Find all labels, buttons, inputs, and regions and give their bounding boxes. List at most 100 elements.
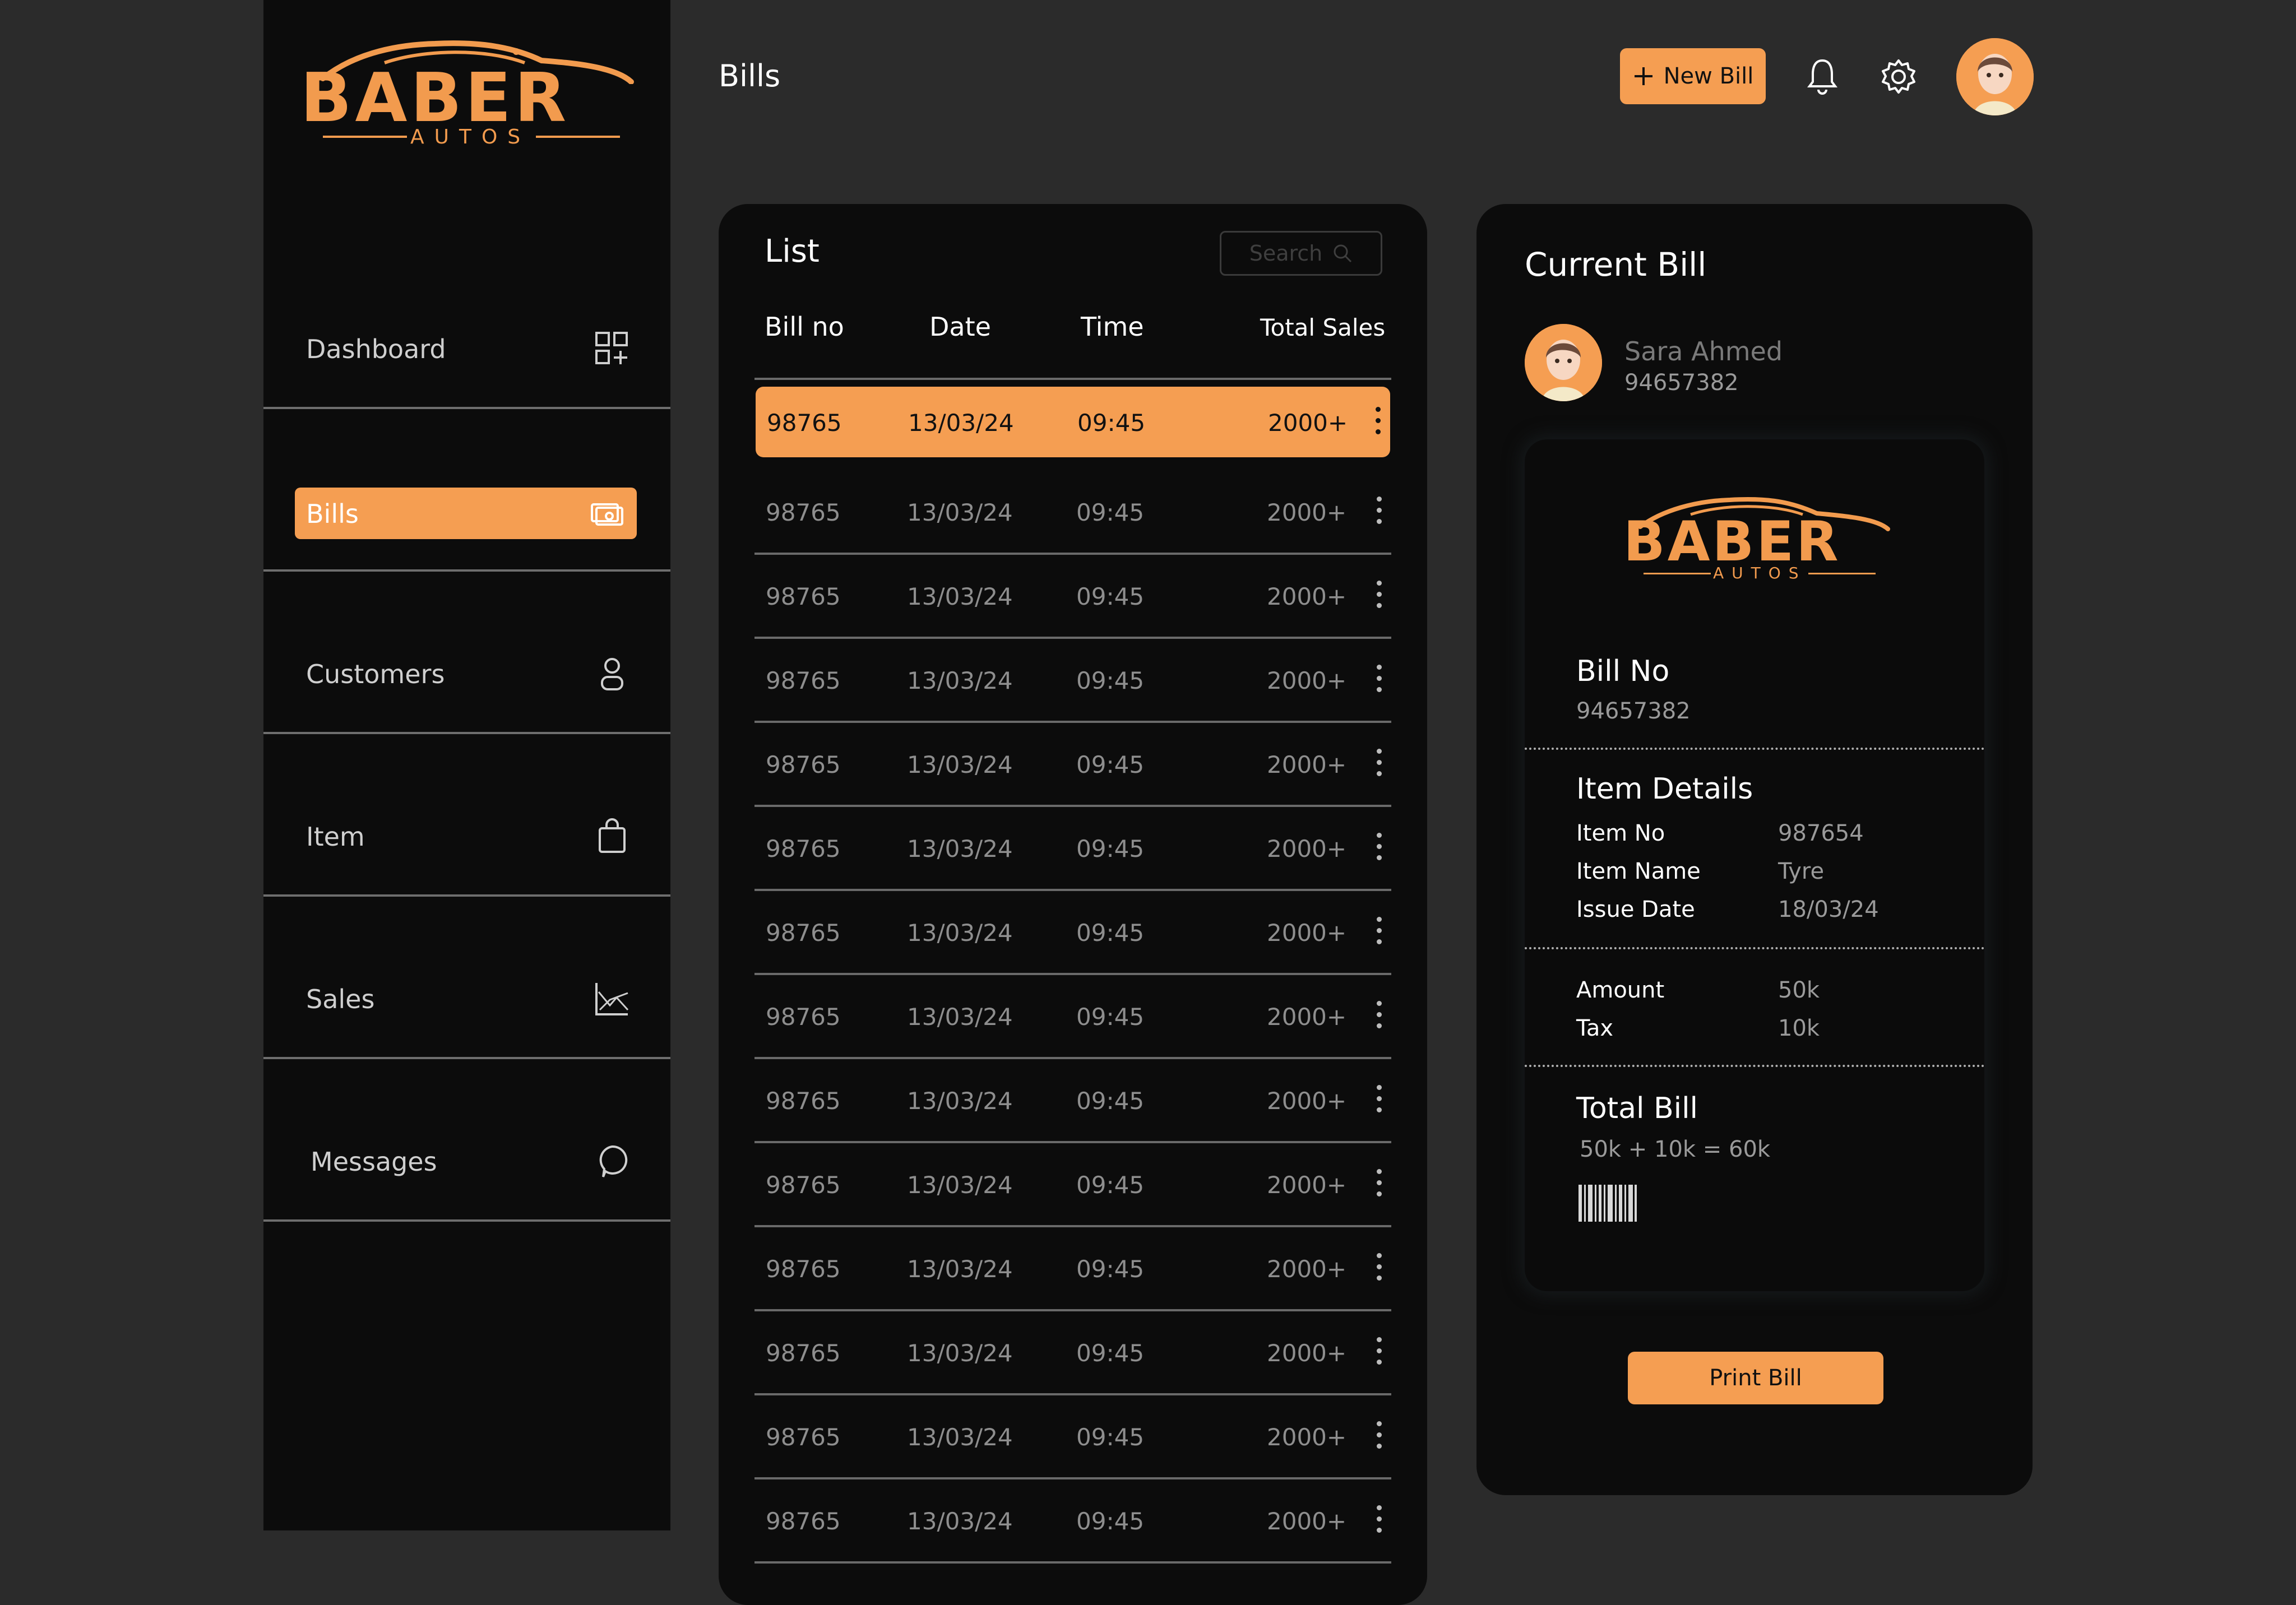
cell-bill-no: 98765 (766, 1507, 841, 1535)
chart-icon (595, 983, 629, 1015)
cell-bill-no: 98765 (766, 1339, 841, 1367)
page-title: Bills (719, 58, 781, 94)
sidebar-item-customers[interactable]: Customers (263, 572, 670, 734)
table-row[interactable]: 98765 13/03/24 09:45 2000+ (754, 807, 1391, 891)
cell-total-sales: 2000+ (1267, 1171, 1347, 1199)
sidebar-item-bills-row: Bills (263, 409, 670, 572)
chat-icon (599, 1145, 628, 1177)
column-header-bill-no[interactable]: Bill no (765, 312, 844, 342)
more-options-icon[interactable] (1373, 497, 1385, 530)
cell-total-sales: 2000+ (1267, 667, 1347, 694)
cell-date: 13/03/24 (907, 1255, 1013, 1283)
shopping-bag-icon (599, 818, 626, 853)
bill-no-value: 94657382 (1576, 698, 1691, 724)
table-row[interactable]: 98765 13/03/24 09:45 2000+ (754, 1227, 1391, 1311)
more-options-icon[interactable] (1373, 1253, 1385, 1287)
search-icon (1334, 244, 1352, 263)
sidebar-item-bills[interactable]: Bills (295, 488, 637, 539)
cell-time: 09:45 (1076, 1087, 1145, 1115)
more-options-icon[interactable] (1373, 749, 1385, 782)
sidebar-item-dashboard[interactable]: Dashboard (263, 247, 670, 409)
receipt-brand-sub: AUTOS (1713, 564, 1807, 582)
bill-no-label: Bill No (1576, 655, 1670, 688)
cell-time: 09:45 (1076, 667, 1145, 694)
cell-total-sales: 2000+ (1267, 583, 1347, 610)
cell-time: 09:45 (1076, 499, 1145, 526)
more-options-icon[interactable] (1373, 1085, 1385, 1119)
table-row[interactable]: 98765 13/03/24 09:45 2000+ (754, 891, 1391, 975)
table-row[interactable]: 98765 13/03/24 09:45 2000+ (754, 1311, 1391, 1395)
cell-date: 13/03/24 (907, 919, 1013, 947)
more-options-icon[interactable] (1373, 917, 1385, 950)
customer-phone: 94657382 (1624, 370, 1739, 396)
table-row[interactable]: 98765 13/03/24 09:45 2000+ (754, 723, 1391, 807)
sidebar-item-label: Dashboard (306, 334, 446, 364)
more-options-icon[interactable] (1373, 1505, 1385, 1539)
gear-icon[interactable] (1879, 57, 1918, 96)
table-row[interactable]: 98765 13/03/24 09:45 2000+ (754, 471, 1391, 555)
brand-name: BABER (300, 59, 570, 137)
bills-list-panel: List Search Bill no Date Time Total Sale… (719, 204, 1427, 1605)
new-bill-button[interactable]: New Bill (1620, 48, 1766, 104)
table-row[interactable]: 98765 13/03/24 09:45 2000+ (754, 1059, 1391, 1143)
more-options-icon[interactable] (1373, 1337, 1385, 1371)
cell-bill-no: 98765 (766, 1087, 841, 1115)
customer-name: Sara Ahmed (1624, 336, 1783, 367)
cell-bill-no: 98765 (766, 751, 841, 778)
sidebar-item-messages[interactable]: Messages (263, 1059, 670, 1222)
table-row[interactable]: 98765 13/03/24 09:45 2000+ (756, 387, 1390, 457)
issue-date-label: Issue Date (1576, 897, 1695, 922)
item-name-label: Item Name (1576, 859, 1701, 884)
table-row[interactable]: 98765 13/03/24 09:45 2000+ (754, 1479, 1391, 1564)
cell-date: 13/03/24 (907, 835, 1013, 862)
more-options-icon[interactable] (1373, 1169, 1385, 1203)
user-avatar[interactable] (1956, 38, 2034, 115)
brand-sub: AUTOS (410, 126, 531, 149)
cell-time: 09:45 (1076, 1507, 1145, 1535)
issue-date-value: 18/03/24 (1778, 897, 1879, 922)
tax-value: 10k (1778, 1015, 1820, 1041)
avatar-illustration-icon (1525, 324, 1602, 401)
total-bill-heading: Total Bill (1576, 1092, 1698, 1125)
avatar-illustration-icon (1956, 38, 2034, 115)
cell-date: 13/03/24 (907, 1087, 1013, 1115)
cell-time: 09:45 (1076, 751, 1145, 778)
sidebar-item-item[interactable]: Item (263, 734, 670, 897)
bell-icon[interactable] (1803, 57, 1842, 96)
search-input[interactable]: Search (1220, 231, 1382, 276)
column-header-time[interactable]: Time (1081, 312, 1144, 342)
more-options-icon[interactable] (1373, 833, 1385, 866)
cell-bill-no: 98765 (767, 409, 842, 437)
cell-date: 13/03/24 (907, 667, 1013, 694)
more-options-icon[interactable] (1373, 1421, 1385, 1455)
item-details-heading: Item Details (1576, 772, 1753, 806)
table-row[interactable]: 98765 13/03/24 09:45 2000+ (754, 1395, 1391, 1479)
cell-bill-no: 98765 (766, 667, 841, 694)
more-options-icon[interactable] (1372, 407, 1383, 440)
more-options-icon[interactable] (1373, 1001, 1385, 1035)
column-header-date[interactable]: Date (929, 312, 991, 342)
sidebar-item-sales[interactable]: Sales (263, 897, 670, 1059)
more-options-icon[interactable] (1373, 581, 1385, 614)
current-bill-title: Current Bill (1525, 245, 1707, 284)
cell-bill-no: 98765 (766, 919, 841, 947)
sidebar-item-label: Messages (311, 1147, 437, 1177)
more-options-icon[interactable] (1373, 665, 1385, 698)
cell-total-sales: 2000+ (1267, 751, 1347, 778)
cell-bill-no: 98765 (766, 1003, 841, 1031)
amount-value: 50k (1778, 977, 1820, 1003)
table-row[interactable]: 98765 13/03/24 09:45 2000+ (754, 975, 1391, 1059)
column-header-total-sales[interactable]: Total Sales (1260, 314, 1385, 341)
cell-time: 09:45 (1076, 1423, 1145, 1451)
logo-rule-left (1644, 573, 1711, 574)
table-row[interactable]: 98765 13/03/24 09:45 2000+ (754, 639, 1391, 723)
cell-date: 13/03/24 (907, 1339, 1013, 1367)
table-row[interactable]: 98765 13/03/24 09:45 2000+ (754, 555, 1391, 639)
brand-logo[interactable]: BABER AUTOS (300, 34, 637, 149)
print-bill-button[interactable]: Print Bill (1628, 1352, 1883, 1404)
dashboard-grid-icon (595, 332, 628, 364)
cell-total-sales: 2000+ (1267, 499, 1347, 526)
table-row[interactable]: 98765 13/03/24 09:45 2000+ (754, 1143, 1391, 1227)
cell-time: 09:45 (1076, 1255, 1145, 1283)
sidebar-item-label: Customers (306, 659, 445, 689)
